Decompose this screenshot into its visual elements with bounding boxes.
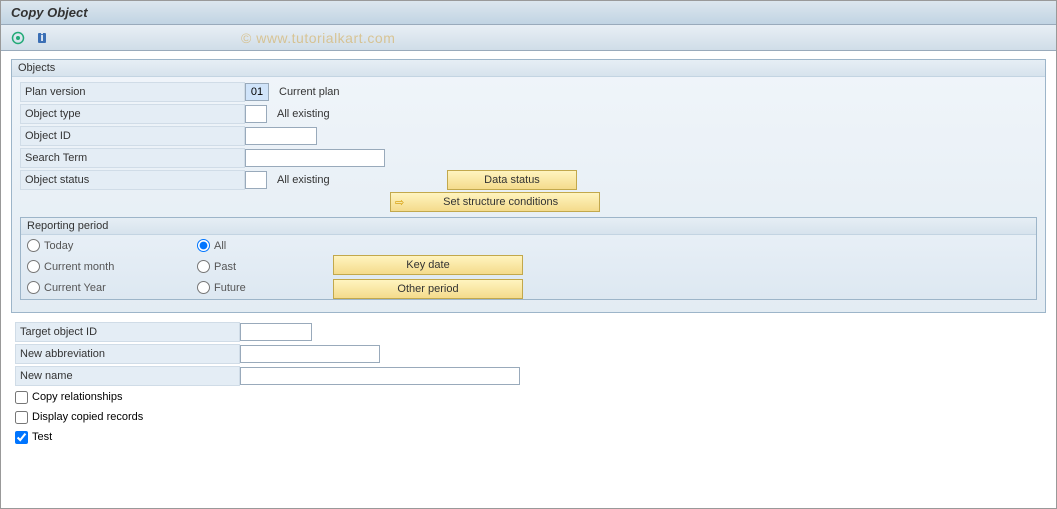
plan-version-row: Plan version Current plan	[20, 81, 1037, 103]
copy-relationships-checkbox[interactable]: Copy relationships	[15, 387, 1042, 407]
radio-future[interactable]: Future	[197, 281, 297, 294]
target-object-id-input[interactable]	[240, 323, 312, 341]
objects-group-title: Objects	[12, 60, 1045, 77]
set-structure-button[interactable]: ⇨ Set structure conditions	[390, 192, 600, 212]
set-structure-label: Set structure conditions	[406, 196, 595, 208]
object-type-label: Object type	[20, 104, 245, 124]
data-status-button[interactable]: Data status	[447, 170, 577, 190]
display-copied-checkbox[interactable]: Display copied records	[15, 407, 1042, 427]
object-status-desc: All existing	[277, 174, 427, 186]
radio-current-month[interactable]: Current month	[27, 260, 167, 273]
radio-current-year[interactable]: Current Year	[27, 281, 167, 294]
reporting-period-group: Reporting period Today Current month Cur…	[20, 217, 1037, 300]
object-type-row: Object type All existing	[20, 103, 1037, 125]
main-content: Objects Plan version Current plan Object…	[1, 51, 1056, 459]
svg-text:i: i	[40, 32, 43, 44]
object-status-label: Object status	[20, 170, 245, 190]
info-icon[interactable]: i	[33, 29, 51, 47]
radio-past[interactable]: Past	[197, 260, 297, 273]
object-status-row: Object status All existing Data status	[20, 169, 1037, 191]
target-object-id-label: Target object ID	[15, 322, 240, 342]
other-period-button[interactable]: Other period	[333, 279, 523, 299]
app-toolbar: i © www.tutorialkart.com	[1, 25, 1056, 51]
key-date-button[interactable]: Key date	[333, 255, 523, 275]
object-type-input[interactable]	[245, 105, 267, 123]
watermark-text: © www.tutorialkart.com	[241, 30, 395, 46]
plan-version-desc: Current plan	[279, 86, 340, 98]
arrow-right-icon: ⇨	[395, 196, 404, 209]
object-id-label: Object ID	[20, 126, 245, 146]
bottom-section: Target object ID New abbreviation New na…	[11, 321, 1046, 451]
window-title: Copy Object	[1, 1, 1056, 25]
objects-group: Objects Plan version Current plan Object…	[11, 59, 1046, 313]
test-checkbox[interactable]: Test	[15, 427, 1042, 447]
new-name-label: New name	[15, 366, 240, 386]
object-id-input[interactable]	[245, 127, 317, 145]
search-term-label: Search Term	[20, 148, 245, 168]
target-object-id-row: Target object ID	[15, 321, 1042, 343]
new-abbrev-input[interactable]	[240, 345, 380, 363]
new-name-row: New name	[15, 365, 1042, 387]
search-term-row: Search Term	[20, 147, 1037, 169]
radio-all[interactable]: All	[197, 239, 297, 252]
new-abbrev-row: New abbreviation	[15, 343, 1042, 365]
radio-today[interactable]: Today	[27, 239, 167, 252]
execute-icon[interactable]	[9, 29, 27, 47]
plan-version-label: Plan version	[20, 82, 245, 102]
plan-version-input[interactable]	[245, 83, 269, 101]
new-name-input[interactable]	[240, 367, 520, 385]
object-type-desc: All existing	[277, 108, 330, 120]
object-id-row: Object ID	[20, 125, 1037, 147]
object-status-input[interactable]	[245, 171, 267, 189]
reporting-period-title: Reporting period	[21, 218, 1036, 235]
new-abbrev-label: New abbreviation	[15, 344, 240, 364]
search-term-input[interactable]	[245, 149, 385, 167]
